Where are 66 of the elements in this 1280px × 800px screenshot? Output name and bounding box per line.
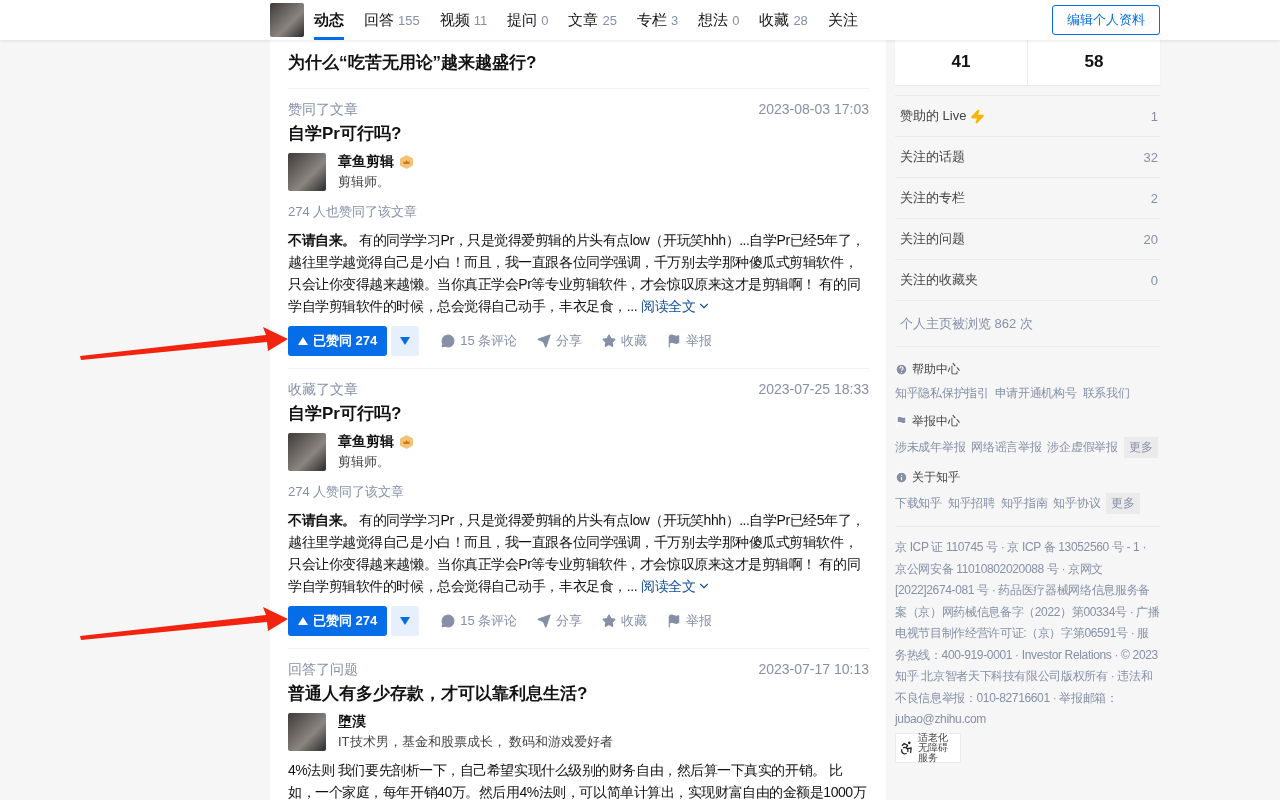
upvote-button[interactable]: 已赞同 274 xyxy=(288,326,388,356)
author-bio: 剪辑师。 xyxy=(338,173,391,191)
profile-stat-row[interactable]: 关注的收藏夹 0 xyxy=(895,260,1160,301)
legal-text: 京 ICP 证 110745 号 · 京 ICP 备 13052560 号 - 1 · 京公网安备 11010802020088 号 · 京网文[2022]2674-081 号 · 药品医疗器械网络信息服务备案（京）网药械信息备字（2022）第00334号 · 广播电视节目制作经营许可证:（京）字第06591号 · 服务热线：400-919-0001 · Investor Relations · © 2023 知乎 北京智者天下科技有限公司版权所有 · 违法和不良信息举报：010-82716601 · 举报邮箱：jubao@zhihu.com xyxy=(895,526,1160,731)
comment-bubble-icon xyxy=(441,334,456,348)
author-name[interactable]: 章鱼剪辑 xyxy=(338,153,394,171)
activity-time: 2023-07-17 10:13 xyxy=(758,660,869,679)
activity-label: 赞同了文章 xyxy=(288,100,358,119)
profile-tab[interactable]: 想法 0 xyxy=(698,0,740,40)
follow-count[interactable]: 58 xyxy=(1084,52,1104,72)
profile-stat-row[interactable]: 关注的问题 20 xyxy=(895,219,1160,260)
flag-icon xyxy=(895,415,908,428)
triangle-up-icon xyxy=(298,617,308,625)
section-title: 关于知乎 xyxy=(912,469,960,486)
profile-tab[interactable]: 收藏 28 xyxy=(759,0,808,40)
avatar-photo-placeholder[interactable] xyxy=(288,433,326,471)
item-title[interactable]: 自学Pr可行吗? xyxy=(288,401,869,427)
triangle-up-icon xyxy=(298,337,308,345)
author-bio: 剪辑师。 xyxy=(338,453,391,471)
profile-photo-placeholder xyxy=(270,3,304,37)
triangle-down-icon xyxy=(400,617,411,625)
excerpt-text: 4%法则 我们要先剖析一下，自己希望实现什么级别的财务自由，然后算一下真实的开销。 比如，一个家庭，每年开销40万。然后用4%法则，可以简单计算出，实现财富自由的金额是1000万 xyxy=(288,761,868,800)
info-icon xyxy=(895,471,908,484)
triangle-down-icon xyxy=(400,337,411,345)
upvote-button[interactable]: 已赞同 274 xyxy=(288,606,388,636)
profile-tab[interactable]: 专栏 3 xyxy=(636,0,679,40)
activity-time: 2023-08-03 17:03 xyxy=(758,100,869,119)
profile-stat-row[interactable]: 关注的专栏 2 xyxy=(895,178,1160,219)
read-more-link[interactable]: 阅读全文 xyxy=(641,295,712,317)
item-title[interactable]: 普通人有多少存款，才可以靠利息生活? xyxy=(288,681,869,707)
author-bio: IT技术男，基金和股票成长， 数码和游戏爱好者 xyxy=(338,733,614,751)
excerpt-text: 不请自来。 有的同学学习Pr，只是觉得爱剪辑的片头有点low（开玩笑hhh）...自学Pr已经5年了，越往里学越觉得自己是小白！而且，我一直跟各位同学强调，千万别去学那种傻瓜式剪辑软件，只会让你变得越来越懒。当你真正学会Pr等专业剪辑软件，才会惊叹原来这才是剪辑啊！ 有的同学自学剪辑软件的时候，总会觉得自己动手，丰衣足食，... 阅读全文 xyxy=(288,509,869,597)
author-name[interactable]: 章鱼剪辑 xyxy=(338,433,394,451)
paper-plane-icon xyxy=(537,334,552,348)
star-icon xyxy=(602,334,617,348)
flag-icon xyxy=(667,334,682,348)
profile-tab[interactable]: 视频 11 xyxy=(439,0,488,40)
profile-tab[interactable]: 提问 0 xyxy=(507,0,549,40)
item-title[interactable]: 为什么“吃苦无用论”越来越盛行? xyxy=(288,50,869,76)
help-icon xyxy=(895,363,908,376)
profile-tab[interactable]: 回答 155 xyxy=(364,0,420,40)
profile-views-text: 个人主页被浏览 862 次 xyxy=(895,301,1160,347)
flag-icon xyxy=(667,614,682,628)
downvote-button[interactable] xyxy=(391,326,420,356)
profile-stat-row[interactable]: 关注的话题 32 xyxy=(895,137,1160,178)
section-title: 帮助中心 xyxy=(912,361,960,378)
profile-tab[interactable]: 关注 xyxy=(827,0,858,40)
paper-plane-icon xyxy=(537,614,552,628)
author-name[interactable]: 堕漠 xyxy=(338,713,366,731)
excerpt-text: 不请自来。 有的同学学习Pr，只是觉得爱剪辑的片头有点low（开玩笑hhh）...自学Pr已经5年了，越往里学越觉得自己是小白！而且，我一直跟各位同学强调，千万别去学那种傻瓜式剪辑软件，只会让你变得越来越懒。当你真正学会Pr等专业剪辑软件，才会惊叹原来这才是剪辑啊！ 有的同学自学剪辑软件的时候，总会觉得自己动手，丰衣足食，... 阅读全文 xyxy=(288,229,869,317)
avatar-photo-placeholder[interactable] xyxy=(288,153,326,191)
accessibility-badge[interactable]: 适老化 无障碍服务 xyxy=(895,732,961,763)
profile-tab[interactable]: 文章 25 xyxy=(568,0,617,40)
activity-label: 收藏了文章 xyxy=(288,380,358,399)
comment-bubble-icon xyxy=(441,614,456,628)
section-title: 举报中心 xyxy=(912,413,960,430)
downvote-button[interactable] xyxy=(391,606,420,636)
profile-stat-row[interactable]: 赞助的 Live 1 xyxy=(895,96,1160,137)
read-more-link[interactable]: 阅读全文 xyxy=(641,575,712,597)
activity-label: 回答了问题 xyxy=(288,660,358,679)
avatar-photo-placeholder[interactable] xyxy=(288,713,326,751)
item-title[interactable]: 自学Pr可行吗? xyxy=(288,121,869,147)
star-icon xyxy=(602,614,617,628)
follow-count[interactable]: 41 xyxy=(951,52,971,72)
edit-profile-button[interactable]: 编辑个人资料 xyxy=(1052,5,1160,35)
activity-time: 2023-07-25 18:33 xyxy=(758,380,869,399)
